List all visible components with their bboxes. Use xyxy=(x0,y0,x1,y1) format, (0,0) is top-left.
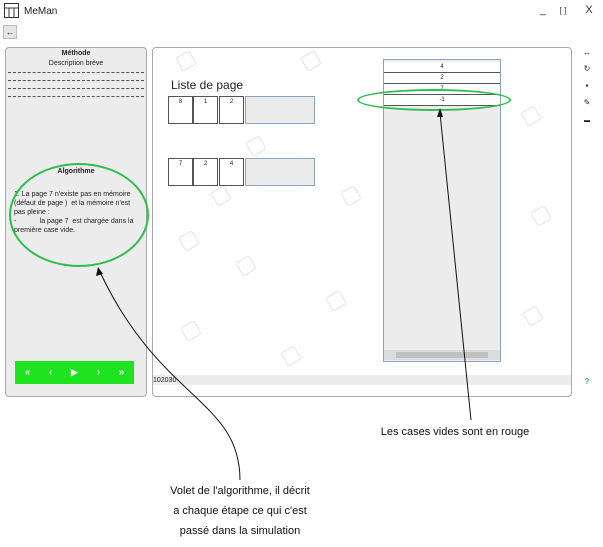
algo-arrow xyxy=(99,271,241,481)
arrowhead xyxy=(437,108,443,117)
memory-arrow xyxy=(439,112,472,421)
algo-annotation-line2: a chaque étape ce qui c'est xyxy=(173,505,307,517)
arrowhead xyxy=(96,267,103,276)
memory-annotation: Les cases vides sont en rouge xyxy=(380,426,530,438)
annotation-arrows xyxy=(96,108,472,481)
algo-annotation-line1: Volet de l'algorithme, il décrit xyxy=(170,485,310,497)
algo-annotation-line3: passé dans la simulation xyxy=(179,525,301,537)
